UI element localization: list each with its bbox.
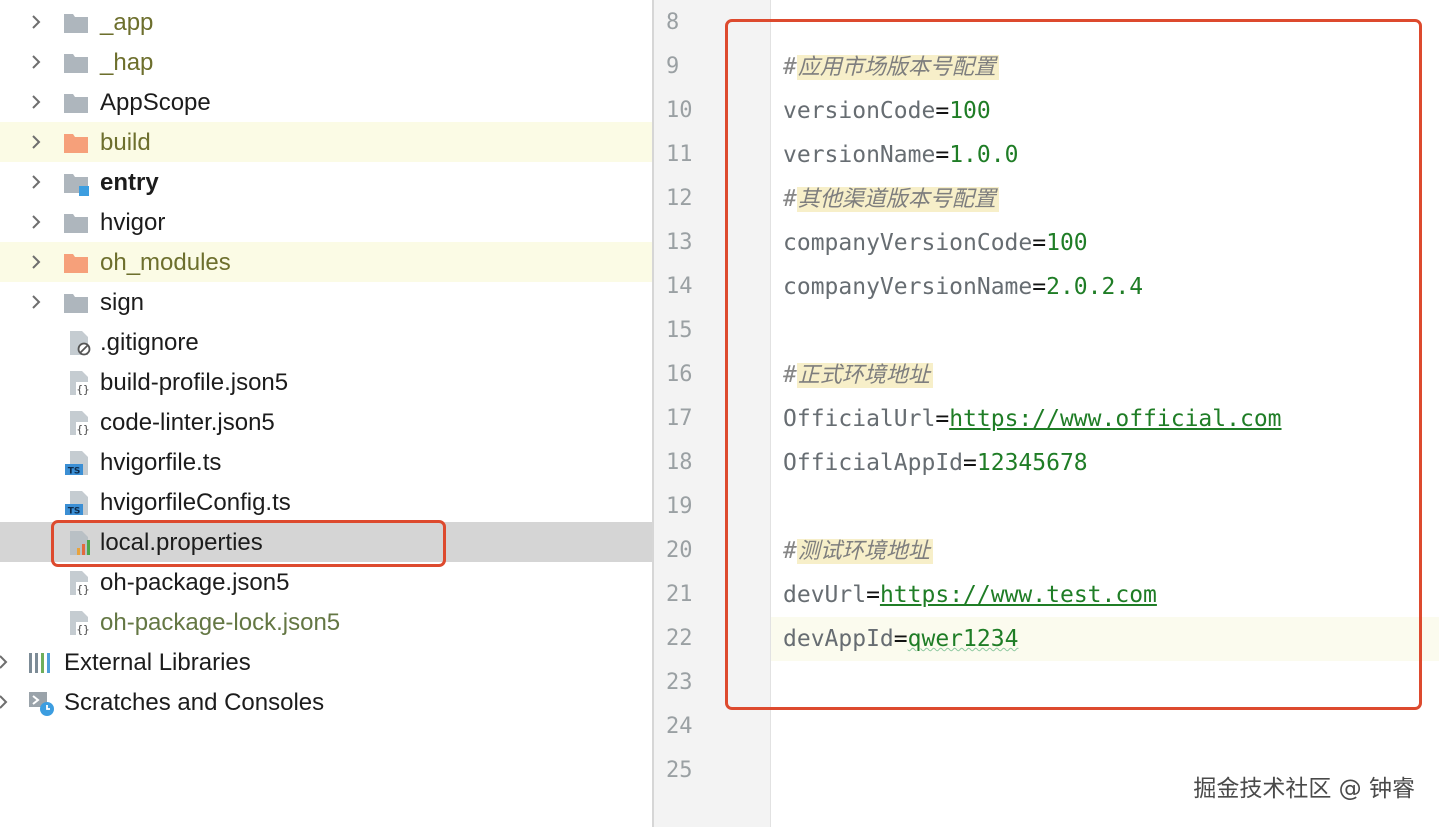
tree-item-oh-package-lock[interactable]: {} oh-package-lock.json5	[0, 602, 652, 642]
code-editor[interactable]: 8 9 10 11 12 13 14 15 16 17 18 19 20 21 …	[652, 0, 1439, 827]
line-number: 25	[666, 758, 693, 783]
line-number: 16	[666, 362, 693, 387]
scratches-icon	[28, 690, 54, 716]
svg-text:{}: {}	[76, 583, 89, 596]
svg-text:TS: TS	[68, 507, 81, 517]
json-file-icon: {}	[67, 610, 93, 636]
folder-icon	[63, 290, 89, 316]
line-number: 14	[666, 274, 693, 299]
svg-text:TS: TS	[68, 467, 81, 477]
line-number: 17	[666, 406, 693, 431]
excluded-folder-icon	[63, 130, 89, 156]
tree-item-label: External Libraries	[64, 649, 251, 676]
tree-item-entry[interactable]: entry	[0, 162, 652, 202]
annotation-highlight-box	[51, 520, 446, 567]
chevron-right-icon[interactable]	[31, 294, 41, 310]
tree-item-label: Scratches and Consoles	[64, 689, 325, 716]
annotation-highlight-box	[725, 19, 1422, 710]
tree-item-label: hvigorfileConfig.ts	[100, 489, 291, 516]
project-tree: _app _hap AppScope build entry hvigor oh…	[0, 0, 652, 827]
tree-item-build[interactable]: build	[0, 122, 652, 162]
tree-item-oh-modules[interactable]: oh_modules	[0, 242, 652, 282]
json-file-icon: {}	[67, 370, 93, 396]
tree-item-appscope[interactable]: AppScope	[0, 82, 652, 122]
typescript-file-icon: TS	[64, 490, 90, 516]
line-number: 9	[666, 54, 680, 79]
module-folder-icon	[63, 170, 89, 196]
tree-item-label: sign	[100, 289, 145, 316]
tree-item-label: oh_modules	[100, 249, 231, 276]
gitignore-file-icon	[67, 330, 93, 356]
tree-item-hap[interactable]: _hap	[0, 42, 652, 82]
chevron-right-icon[interactable]	[0, 694, 8, 710]
line-number: 20	[666, 538, 693, 563]
tree-item-oh-package[interactable]: {} oh-package.json5	[0, 562, 652, 602]
folder-icon	[63, 210, 89, 236]
line-number: 13	[666, 230, 693, 255]
tree-item-label: hvigorfile.ts	[100, 449, 222, 476]
svg-text:{}: {}	[76, 383, 89, 396]
watermark: 掘金技术社区 @ 钟睿	[1193, 776, 1415, 802]
chevron-right-icon[interactable]	[31, 54, 41, 70]
folder-icon	[63, 50, 89, 76]
chevron-right-icon[interactable]	[31, 94, 41, 110]
tree-item-hvigor[interactable]: hvigor	[0, 202, 652, 242]
line-number: 22	[666, 626, 693, 651]
tree-item-build-profile[interactable]: {} build-profile.json5	[0, 362, 652, 402]
json-file-icon: {}	[67, 570, 93, 596]
tree-item-label: code-linter.json5	[100, 409, 275, 436]
svg-text:{}: {}	[76, 423, 89, 436]
tree-item-code-linter[interactable]: {} code-linter.json5	[0, 402, 652, 442]
tree-item-label: AppScope	[100, 89, 211, 116]
folder-icon	[63, 10, 89, 36]
tree-item-label: .gitignore	[100, 329, 199, 356]
tree-item-label: build-profile.json5	[100, 369, 289, 396]
chevron-right-icon[interactable]	[31, 14, 41, 30]
line-number: 11	[666, 142, 693, 167]
tree-item-external-libraries[interactable]: External Libraries	[0, 642, 652, 682]
tree-item-scratches[interactable]: Scratches and Consoles	[0, 682, 652, 722]
tree-item-gitignore[interactable]: .gitignore	[0, 322, 652, 362]
folder-icon	[63, 90, 89, 116]
excluded-folder-icon	[63, 250, 89, 276]
tree-item-label: hvigor	[100, 209, 166, 236]
line-number: 12	[666, 186, 693, 211]
tree-item-label: _hap	[100, 49, 154, 76]
line-number: 8	[666, 10, 680, 35]
tree-item-hvigorfile-config[interactable]: TS hvigorfileConfig.ts	[0, 482, 652, 522]
chevron-right-icon[interactable]	[31, 174, 41, 190]
tree-item-app[interactable]: _app	[0, 2, 652, 42]
chevron-right-icon[interactable]	[0, 654, 8, 670]
chevron-right-icon[interactable]	[31, 214, 41, 230]
line-number: 21	[666, 582, 693, 607]
chevron-right-icon[interactable]	[31, 254, 41, 270]
svg-text:{}: {}	[76, 623, 89, 636]
tree-item-label: oh-package.json5	[100, 569, 290, 596]
line-number: 23	[666, 670, 693, 695]
tree-item-label: _app	[100, 9, 154, 36]
line-number: 24	[666, 714, 693, 739]
libraries-icon	[28, 650, 54, 676]
tree-item-label: build	[100, 129, 151, 156]
line-number: 10	[666, 98, 693, 123]
typescript-file-icon: TS	[64, 450, 90, 476]
chevron-right-icon[interactable]	[31, 134, 41, 150]
tree-item-hvigorfile[interactable]: TS hvigorfile.ts	[0, 442, 652, 482]
line-number: 15	[666, 318, 693, 343]
line-number: 18	[666, 450, 693, 475]
tree-item-label: oh-package-lock.json5	[100, 609, 341, 636]
tree-item-sign[interactable]: sign	[0, 282, 652, 322]
json-file-icon: {}	[67, 410, 93, 436]
line-number: 19	[666, 494, 693, 519]
tree-item-label: entry	[100, 169, 159, 196]
